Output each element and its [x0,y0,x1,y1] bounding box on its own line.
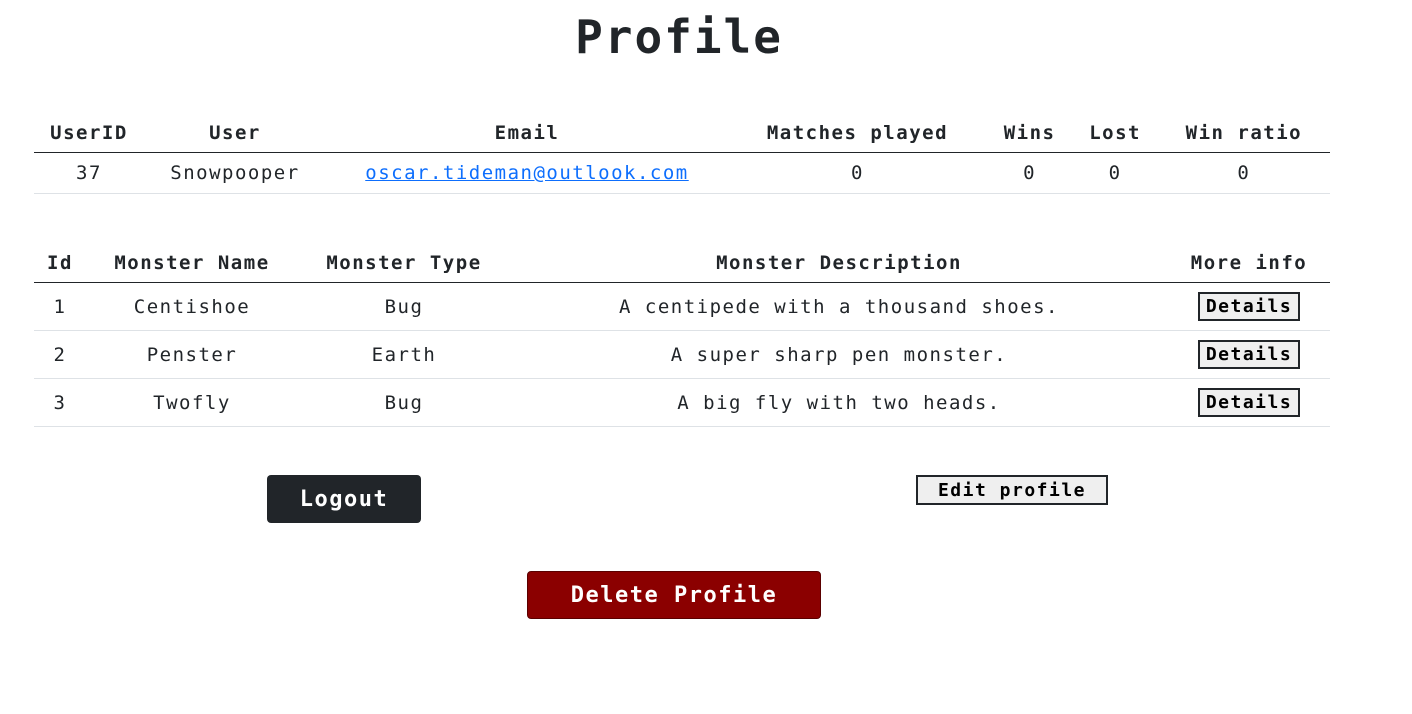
header-monster-name: Monster Name [86,244,298,283]
header-lost: Lost [1072,114,1158,153]
more-info-cell: Details [1168,330,1330,379]
monster-type-cell: Bug [298,378,510,427]
table-row: 3 Twofly Bug A big fly with two heads. D… [34,378,1330,427]
monster-id-cell: 1 [34,282,86,331]
email-link[interactable]: oscar.tideman@outlook.com [365,162,688,184]
header-wins: Wins [986,114,1073,153]
details-button[interactable]: Details [1197,388,1301,417]
header-id: Id [34,244,86,283]
header-email: Email [326,114,728,153]
header-userid: UserID [34,114,144,153]
lost-cell: 0 [1072,152,1158,194]
header-more-info: More info [1168,244,1330,283]
header-monster-description: Monster Description [510,244,1168,283]
table-row: 37 Snowpooper oscar.tideman@outlook.com … [34,152,1330,194]
email-cell: oscar.tideman@outlook.com [326,152,728,194]
monster-description-cell: A centipede with a thousand shoes. [510,282,1168,331]
logout-button[interactable]: Logout [267,475,421,523]
delete-profile-button[interactable]: Delete Profile [527,571,821,619]
username-cell: Snowpooper [144,152,326,194]
more-info-cell: Details [1168,282,1330,331]
monster-name-cell: Twofly [86,378,298,427]
matches-played-cell: 0 [728,152,987,194]
monster-table: Id Monster Name Monster Type Monster Des… [34,244,1330,427]
table-row: 1 Centishoe Bug A centipede with a thous… [34,282,1330,331]
win-ratio-cell: 0 [1157,152,1330,194]
monster-name-cell: Penster [86,330,298,379]
edit-profile-button[interactable]: Edit profile [916,475,1108,505]
table-row: 2 Penster Earth A super sharp pen monste… [34,330,1330,379]
header-matches-played: Matches played [728,114,987,153]
monster-type-cell: Earth [298,330,510,379]
monster-name-cell: Centishoe [86,282,298,331]
user-stats-table: UserID User Email Matches played Wins Lo… [34,114,1330,194]
user-id-cell: 37 [34,152,144,194]
wins-cell: 0 [986,152,1073,194]
user-table-header-row: UserID User Email Matches played Wins Lo… [34,114,1330,153]
monster-type-cell: Bug [298,282,510,331]
header-monster-type: Monster Type [298,244,510,283]
header-user: User [144,114,326,153]
details-button[interactable]: Details [1197,292,1301,321]
page-title: Profile [575,10,783,64]
monster-description-cell: A super sharp pen monster. [510,330,1168,379]
header-win-ratio: Win ratio [1157,114,1330,153]
monster-description-cell: A big fly with two heads. [510,378,1168,427]
more-info-cell: Details [1168,378,1330,427]
monster-id-cell: 3 [34,378,86,427]
monster-table-header-row: Id Monster Name Monster Type Monster Des… [34,244,1330,283]
monster-id-cell: 2 [34,330,86,379]
details-button[interactable]: Details [1197,340,1301,369]
